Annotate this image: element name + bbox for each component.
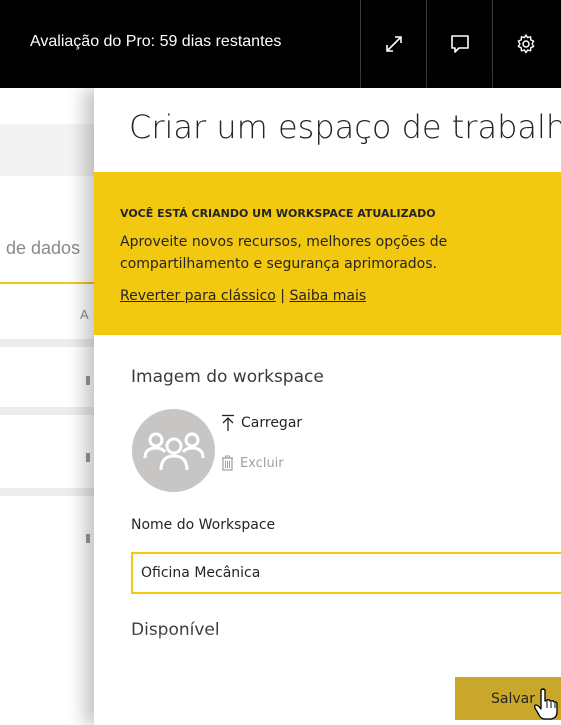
delete-label: Excluir [240,455,284,471]
background-tab-datasets[interactable]: de dados [6,238,80,259]
background-row-marker [86,376,90,385]
background-band [0,124,100,176]
background-row-marker [86,534,90,543]
trash-icon [222,455,233,471]
learn-more-link[interactable]: Saiba mais [289,288,366,304]
feedback-button[interactable] [426,0,492,88]
delete-image-button[interactable]: Excluir [221,455,284,471]
settings-button[interactable] [492,0,558,88]
banner-links: Reverter para clássico | Saiba mais [120,288,366,304]
background-column-header: A [80,307,89,322]
feedback-icon [450,35,469,53]
background-row-divider [0,407,100,415]
settings-icon [517,34,534,54]
workspace-avatar [132,409,215,492]
expand-icon [385,36,402,52]
top-bar: Avaliação do Pro: 59 dias restantes [0,0,561,88]
upload-label: Carregar [241,415,303,431]
panel-title: Criar um espaço de trabalho [129,108,561,146]
background-row-divider [0,339,100,347]
hand-cursor-icon [534,688,558,720]
pro-trial-link[interactable]: Avaliação do Pro: 59 dias restantes [30,33,281,51]
expand-button[interactable] [360,0,426,88]
revert-classic-link[interactable]: Reverter para clássico [120,288,276,304]
upload-icon [222,414,234,431]
workspace-name-label: Nome do Workspace [131,517,276,533]
banner-body: Aproveite novos recursos, melhores opçõe… [120,234,448,272]
workspace-name-input[interactable] [131,552,561,594]
workspace-image-label: Imagem do workspace [131,367,324,387]
banner-heading: VOCÊ ESTÁ CRIANDO UM WORKSPACE ATUALIZAD… [120,207,436,220]
upload-image-button[interactable]: Carregar [221,414,302,432]
group-icon [143,432,204,470]
background-tab-underline [0,282,100,284]
background-row-marker [86,453,90,462]
link-separator: | [280,288,286,304]
background-row-divider [0,488,100,496]
